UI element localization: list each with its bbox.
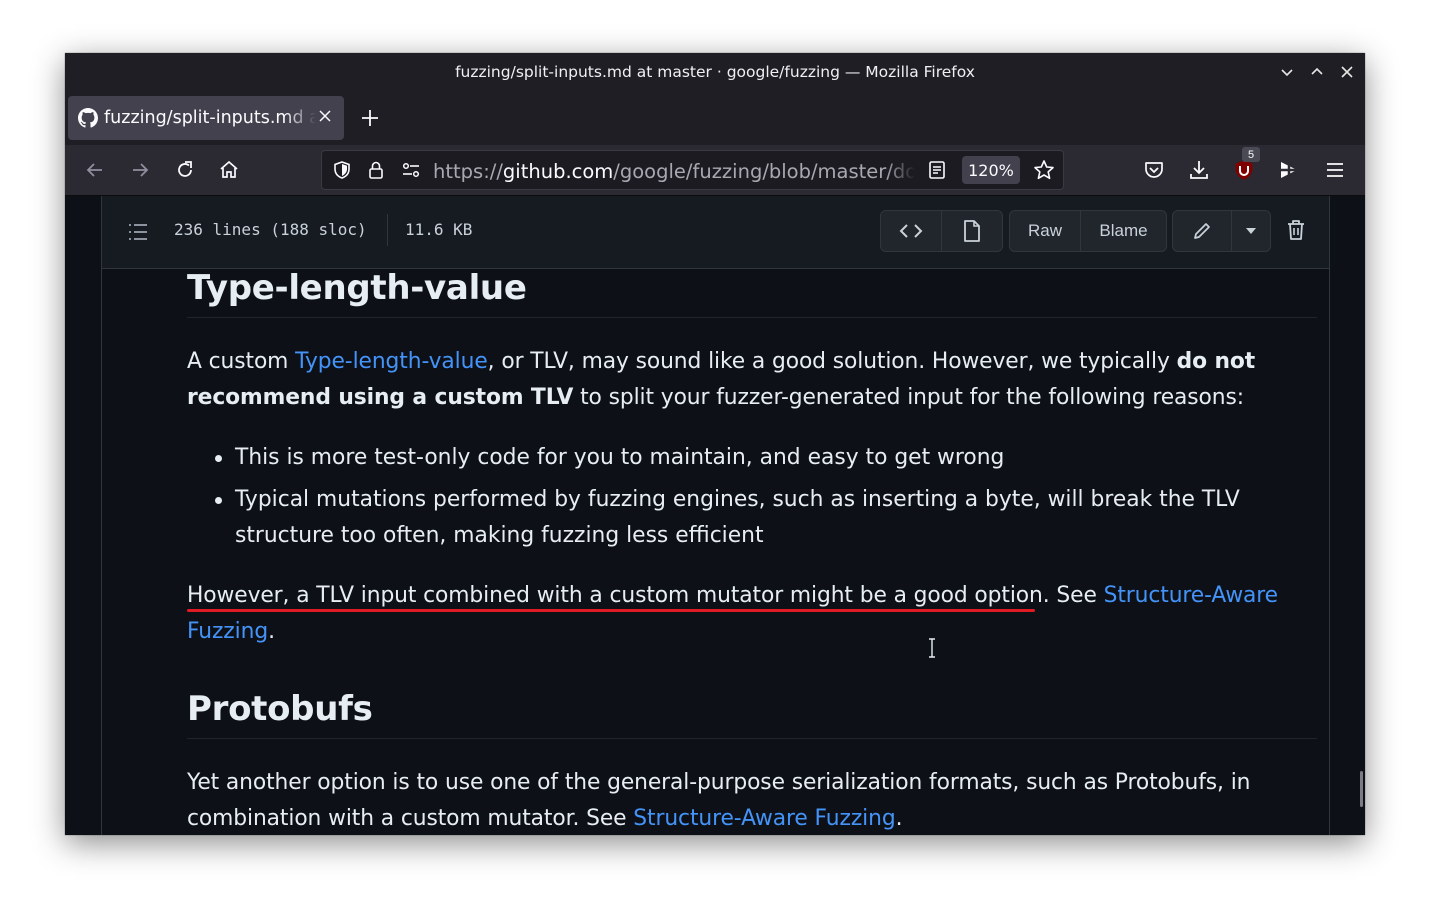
downloads-icon[interactable] [1187, 158, 1211, 182]
file-viewer: 236 lines (188 sloc) 11.6 KB Raw Blame T… [101, 196, 1330, 835]
list-item: This is more test-only code for you to m… [187, 440, 1317, 476]
markdown-body: Type-length-value A custom Type-length-v… [187, 262, 1317, 835]
close-tab-icon[interactable] [316, 107, 334, 125]
url-bar[interactable]: https://github.com/google/fuzzing/blob/m… [321, 150, 1064, 190]
maximize-icon[interactable] [1307, 62, 1327, 82]
paragraph-mutator: However, a TLV input combined with a cus… [187, 578, 1317, 650]
navigation-bar: https://github.com/google/fuzzing/blob/m… [65, 145, 1365, 196]
tab-active[interactable]: fuzzing/split-inputs.md at master · goog… [68, 96, 344, 140]
url-scheme: https:// [433, 160, 503, 183]
raw-button[interactable]: Raw [1010, 211, 1080, 251]
reasons-list: This is more test-only code for you to m… [187, 440, 1317, 554]
url-host: github.com [502, 160, 614, 183]
browser-window: fuzzing/split-inputs.md at master · goog… [65, 53, 1365, 835]
close-window-icon[interactable] [1337, 62, 1357, 82]
file-header: 236 lines (188 sloc) 11.6 KB Raw Blame [102, 196, 1329, 269]
heading-divider [187, 738, 1317, 739]
text-span: A custom [187, 349, 296, 374]
tab-title: fuzzing/split-inputs.md at master · goog… [104, 108, 316, 128]
zoom-level-button[interactable]: 120% [962, 156, 1020, 184]
extension-badge: 5 [1242, 147, 1260, 162]
bookmark-star-icon[interactable] [1032, 158, 1056, 182]
edit-dropdown-button[interactable] [1231, 211, 1270, 251]
view-mode-group [880, 210, 1003, 252]
edit-group [1172, 210, 1271, 252]
bullet-dot [215, 497, 222, 504]
line-count: 236 lines (188 sloc) [174, 220, 367, 239]
github-favicon-icon [78, 108, 98, 128]
text-span: . [895, 806, 903, 831]
url-text[interactable]: https://github.com/google/fuzzing/blob/m… [433, 160, 915, 183]
text-span: See [1049, 583, 1104, 608]
delete-trash-icon[interactable] [1285, 218, 1309, 242]
forward-icon[interactable] [128, 158, 152, 182]
scrollbar-thumb[interactable] [1360, 771, 1363, 807]
list-item-text: This is more test-only code for you to m… [235, 445, 1005, 470]
link-structure-aware-fuzzing-2[interactable]: Structure-Aware Fuzzing [633, 806, 895, 831]
heading-divider [187, 317, 1317, 318]
text-span: to split your fuzzer-generated input for… [573, 385, 1245, 410]
paragraph-tlv: A custom Type-length-value, or TLV, may … [187, 344, 1317, 416]
header-divider [387, 214, 388, 246]
shield-icon[interactable] [330, 158, 354, 182]
list-item-text: Typical mutations performed by fuzzing e… [235, 487, 1240, 548]
page-content: 236 lines (188 sloc) 11.6 KB Raw Blame T… [65, 196, 1365, 835]
list-item: Typical mutations performed by fuzzing e… [187, 482, 1317, 554]
red-underline-annotation [187, 609, 1035, 612]
home-icon[interactable] [217, 158, 241, 182]
raw-blame-group: Raw Blame [1009, 210, 1167, 252]
reload-icon[interactable] [173, 158, 197, 182]
minimize-icon[interactable] [1277, 62, 1297, 82]
heading-type-length-value: Type-length-value [187, 268, 527, 308]
back-icon[interactable] [83, 158, 107, 182]
extensions-icon[interactable] [1277, 158, 1301, 182]
edit-file-button[interactable] [1173, 211, 1231, 251]
menu-hamburger-icon[interactable] [1323, 158, 1347, 182]
pocket-icon[interactable] [1142, 158, 1166, 182]
blame-button[interactable]: Blame [1080, 211, 1166, 251]
heading-protobufs: Protobufs [187, 689, 373, 729]
link-type-length-value[interactable]: Type-length-value [295, 349, 488, 374]
bullet-dot [215, 455, 222, 462]
pencil-icon [1194, 223, 1210, 239]
text-cursor-icon [927, 638, 937, 658]
file-size: 11.6 KB [405, 220, 473, 239]
text-span: . [268, 619, 275, 644]
code-icon [899, 224, 923, 238]
window-title: fuzzing/split-inputs.md at master · goog… [455, 63, 975, 81]
permissions-icon[interactable] [399, 158, 423, 182]
tab-strip: fuzzing/split-inputs.md at master · goog… [65, 91, 1365, 145]
caret-down-icon [1246, 228, 1256, 234]
lock-icon[interactable] [364, 158, 388, 182]
title-bar: fuzzing/split-inputs.md at master · goog… [65, 53, 1365, 91]
paragraph-protobufs: Yet another option is to use one of the … [187, 765, 1317, 835]
text-span: , or TLV, may sound like a good solution… [487, 349, 1177, 374]
url-path: /google/fuzzing/blob/master/docs/split-i… [613, 160, 915, 183]
new-tab-icon[interactable] [358, 106, 382, 130]
table-of-contents-icon[interactable] [127, 221, 149, 243]
preview-view-button[interactable] [941, 211, 1002, 251]
reader-view-icon[interactable] [925, 158, 949, 182]
code-view-button[interactable] [881, 211, 941, 251]
highlighted-sentence: However, a TLV input combined with a cus… [187, 583, 1050, 608]
file-icon [964, 220, 980, 242]
